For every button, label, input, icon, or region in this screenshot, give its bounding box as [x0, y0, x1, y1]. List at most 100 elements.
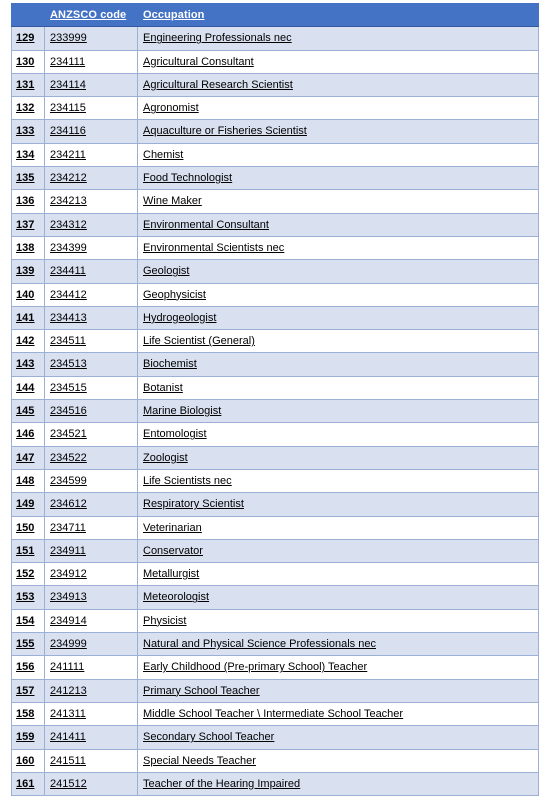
table-row: 151 234911 Conservator [11, 538, 539, 564]
column-header-occupation: Occupation [137, 2, 539, 28]
row-index-cell-text: 157 [16, 684, 35, 697]
row-index-cell: 137 [11, 212, 45, 237]
table-row: 141 234413 Hydrogeologist [11, 305, 539, 331]
row-anzsco-code-cell: 234999 [44, 632, 138, 657]
row-index-cell: 133 [11, 119, 45, 144]
row-index-cell: 136 [11, 189, 45, 214]
row-index-cell: 140 [11, 282, 45, 307]
row-anzsco-code-cell-text: 234912 [50, 568, 87, 581]
row-index-cell-text: 150 [16, 521, 35, 534]
row-occupation-cell-text: Zoologist [143, 451, 188, 464]
row-occupation-cell-text: Special Needs Teacher [143, 754, 256, 767]
row-anzsco-code-cell-text: 234114 [50, 78, 86, 91]
row-index-cell: 152 [11, 562, 45, 587]
row-occupation-cell-text: Life Scientists nec [143, 474, 232, 487]
row-occupation-cell: Environmental Consultant [137, 212, 539, 237]
row-anzsco-code-cell: 234212 [44, 166, 138, 191]
table-row: 136 234213 Wine Maker [11, 189, 539, 214]
row-index-cell: 142 [11, 329, 45, 354]
row-occupation-cell: Teacher of the Hearing Impaired [137, 771, 539, 797]
row-index-cell: 143 [11, 352, 45, 377]
row-index-cell-text: 130 [16, 55, 35, 68]
row-index-cell: 147 [11, 445, 45, 470]
row-anzsco-code-cell: 241111 [44, 655, 138, 680]
row-occupation-cell-text: Botanist [143, 381, 183, 394]
row-anzsco-code-cell: 233999 [44, 26, 138, 51]
row-anzsco-code-cell-text: 234599 [50, 474, 87, 487]
table-body: 129 233999 Engineering Professionals nec 13… [11, 26, 539, 797]
table-row: 156 241111 Early Childhood (Pre-primary Sc… [11, 655, 539, 680]
table-row: 153 234913 Meteorologist [11, 585, 539, 610]
row-index-cell: 160 [11, 748, 45, 773]
row-occupation-cell: Agronomist [137, 96, 539, 121]
row-index-cell-text: 145 [16, 405, 35, 418]
row-anzsco-code-cell: 241311 [44, 701, 138, 727]
row-occupation-cell-text: Life Scientist (General) [143, 335, 255, 348]
row-occupation-cell: Metallurgist [137, 562, 539, 587]
row-occupation-cell-text: Food Technologist [143, 172, 233, 185]
table-row: 149 234612 Respiratory Scientist [11, 492, 539, 517]
row-index-cell: 158 [11, 701, 45, 727]
row-occupation-cell: Food Technologist [137, 166, 539, 191]
row-occupation-cell: Botanist [137, 375, 539, 401]
row-anzsco-code-cell: 234399 [44, 235, 138, 261]
table-row: 155 234999 Natural and Physical Science Pr… [11, 632, 539, 657]
row-index-cell-text: 139 [16, 265, 35, 278]
row-index-cell: 150 [11, 515, 45, 540]
row-occupation-cell: Middle School Teacher \ Intermediate Sch… [137, 701, 539, 727]
row-anzsco-code-cell-text: 241111 [50, 661, 85, 674]
row-occupation-cell: Zoologist [137, 445, 539, 470]
table-row: 130 234111 Agricultural Consultant [11, 49, 539, 74]
row-anzsco-code-cell: 234913 [44, 585, 138, 610]
row-anzsco-code-cell: 234612 [44, 492, 138, 517]
row-occupation-cell-text: Geophysicist [143, 288, 206, 301]
row-occupation-cell-text: Marine Biologist [143, 405, 222, 418]
row-index-cell-text: 133 [16, 125, 35, 138]
row-occupation-cell: Geologist [137, 259, 539, 284]
table-row: 145 234516 Marine Biologist [11, 399, 539, 424]
row-index-cell-text: 154 [16, 614, 35, 627]
row-occupation-cell: Conservator [137, 538, 539, 564]
table-row: 152 234912 Metallurgist [11, 562, 539, 587]
row-index-cell: 135 [11, 166, 45, 191]
row-occupation-cell-text: Meteorologist [143, 591, 210, 604]
row-index-cell-text: 134 [16, 148, 35, 161]
row-index-cell: 149 [11, 492, 45, 517]
row-index-cell: 141 [11, 305, 45, 331]
row-occupation-cell-text: Entomologist [143, 428, 207, 441]
row-anzsco-code-cell: 234521 [44, 422, 138, 447]
row-anzsco-code-cell: 234211 [44, 142, 138, 168]
row-anzsco-code-cell-text: 234522 [50, 451, 87, 464]
row-occupation-cell: Environmental Scientists nec [137, 235, 539, 261]
row-occupation-cell-text: Early Childhood (Pre-primary School) Tea… [143, 661, 368, 674]
row-occupation-cell: Primary School Teacher [137, 678, 539, 703]
table-row: 140 234412 Geophysicist [11, 282, 539, 307]
table-row: 142 234511 Life Scientist (General) [11, 329, 539, 354]
page-root: ANZSCO code Occupation 129 233999 Engineer… [0, 0, 549, 810]
row-anzsco-code-cell: 234116 [44, 119, 138, 144]
row-anzsco-code-cell-text: 234911 [50, 544, 86, 557]
row-index-cell: 157 [11, 678, 45, 703]
table-row: 159 241411 Secondary School Teacher [11, 725, 539, 750]
table-row: 131 234114 Agricultural Research Scientist [11, 72, 539, 98]
row-occupation-cell: Agricultural Research Scientist [137, 72, 539, 98]
row-anzsco-code-cell-text: 241213 [50, 684, 87, 697]
row-anzsco-code-cell: 234111 [44, 49, 138, 74]
row-anzsco-code-cell-text: 234612 [50, 498, 87, 511]
row-occupation-cell-text: Metallurgist [143, 568, 200, 581]
row-anzsco-code-cell-text: 234516 [50, 405, 87, 418]
row-index-cell-text: 158 [16, 707, 35, 720]
row-occupation-cell: Chemist [137, 142, 539, 168]
row-index-cell-text: 135 [16, 172, 35, 185]
row-occupation-cell: Secondary School Teacher [137, 725, 539, 750]
row-occupation-cell-text: Geologist [143, 265, 190, 278]
row-occupation-cell-text: Engineering Professionals nec [143, 32, 292, 45]
row-occupation-cell-text: Environmental Scientists nec [143, 241, 285, 254]
row-anzsco-code-cell: 234911 [44, 538, 138, 564]
table-row: 147 234522 Zoologist [11, 445, 539, 470]
row-occupation-cell: Marine Biologist [137, 399, 539, 424]
row-occupation-cell-text: Conservator [143, 544, 203, 557]
row-occupation-cell-text: Agricultural Research Scientist [143, 78, 293, 91]
row-anzsco-code-cell: 241511 [44, 748, 138, 773]
row-index-cell-text: 148 [16, 474, 35, 487]
